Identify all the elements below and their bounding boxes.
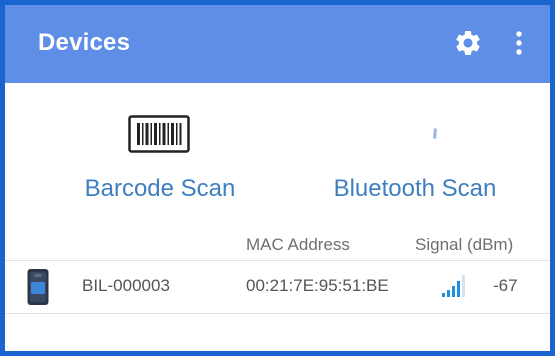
signal-bar <box>462 275 465 297</box>
barcode-scan-button[interactable]: Barcode Scan <box>65 105 255 210</box>
gear-icon[interactable] <box>453 28 483 58</box>
signal-bar <box>442 293 445 297</box>
device-signal: -67 <box>493 276 518 295</box>
signal-bar <box>452 286 455 297</box>
signal-strength-icon <box>442 275 465 297</box>
mac-address-header: MAC Address <box>246 235 350 254</box>
barcode-icon <box>128 115 190 153</box>
bluetooth-scan-button[interactable]: Bluetooth Scan <box>310 105 520 210</box>
app-frame: Devices Barcode Scan Bluetooth Scan MAC … <box>0 0 555 356</box>
signal-bar <box>457 281 460 297</box>
barcode-scan-label: Barcode Scan <box>84 175 236 202</box>
device-name: BIL-000003 <box>82 276 170 295</box>
signal-header: Signal (dBm) <box>415 235 514 254</box>
signal-bar <box>447 290 450 297</box>
device-icon <box>27 269 49 305</box>
app-bar: Devices <box>5 5 550 83</box>
page-title: Devices <box>38 29 131 56</box>
device-row[interactable]: BIL-000003 00:21:7E:95:51:BE -67 <box>5 260 550 314</box>
bluetooth-icon <box>433 128 437 139</box>
bluetooth-scan-label: Bluetooth Scan <box>333 175 497 202</box>
more-vert-icon[interactable] <box>515 30 523 56</box>
device-mac: 00:21:7E:95:51:BE <box>246 276 389 295</box>
